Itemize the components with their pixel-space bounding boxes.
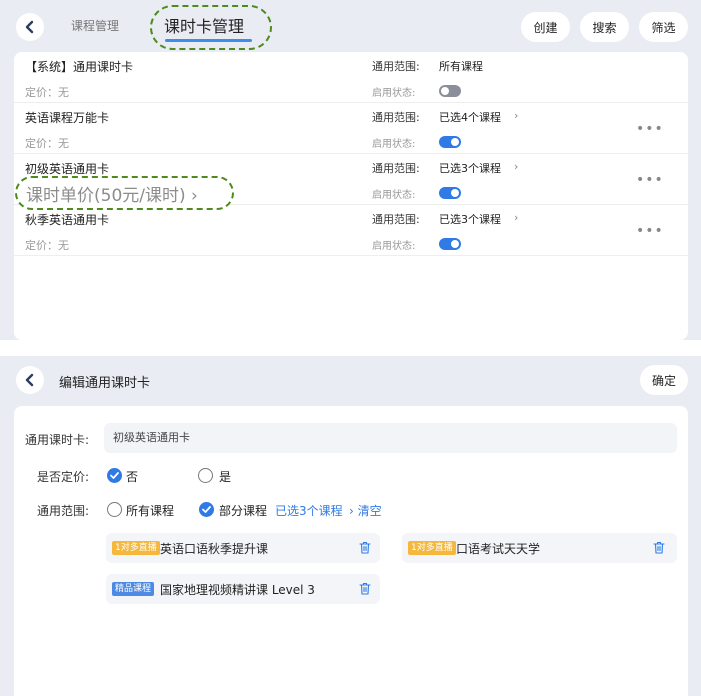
scope-value[interactable]: 已选3个课程 [439,211,501,227]
status-label: 启用状态: [372,139,416,150]
more-options-icon[interactable]: ••• [636,121,664,137]
card-name-input[interactable] [104,423,677,453]
pricing-label: 是否定价: [37,470,90,484]
clear-link[interactable]: › 清空 [349,502,382,519]
scope-label: 通用范围: [372,111,420,124]
chevron-right-icon[interactable]: › [514,109,518,122]
trash-icon[interactable] [359,541,371,554]
scope-partial-label[interactable]: 部分课程 [219,502,267,519]
more-options-icon[interactable]: ••• [636,223,664,239]
course-item: 1对多直播 英语口语秋季提升课 [106,533,380,563]
course-name: 英语口语秋季提升课 [160,542,269,556]
active-tab-indicator [165,39,252,42]
course-name: 口语考试天天学 [456,542,541,556]
chevron-right-icon[interactable]: › [514,211,518,224]
create-button[interactable]: 创建 [521,12,570,42]
trash-icon[interactable] [359,582,371,595]
course-item: 1对多直播 口语考试天天学 [402,533,677,563]
list-item[interactable]: 秋季英语通用卡 定价：无 通用范围: 已选3个课程 › 启用状态: ••• [14,205,688,256]
status-toggle[interactable] [439,136,461,148]
card-name: 初级英语通用卡 [25,162,110,176]
status-label: 启用状态: [372,241,416,252]
confirm-button[interactable]: 确定 [640,365,688,395]
course-badge: 1对多直播 [112,541,160,555]
card-price: 定价：无 [25,137,69,150]
scope-value: 所有课程 [439,60,483,73]
status-label: 启用状态: [372,88,416,99]
check-icon [202,506,211,513]
scope-label: 通用范围: [372,60,420,73]
back-button[interactable] [16,13,44,41]
course-name: 国家地理视频精讲课 Level 3 [160,583,315,597]
status-toggle[interactable] [439,85,461,97]
card-name: 【系统】通用课时卡 [25,60,134,74]
unit-price-callout-text: 课时单价(50元/课时) › [26,186,198,206]
check-icon [110,472,119,479]
chevron-left-icon [25,20,34,34]
status-toggle[interactable] [439,187,461,199]
trash-icon[interactable] [653,541,665,554]
more-options-icon[interactable]: ••• [636,172,664,188]
card-price: 定价：无 [25,86,69,99]
pricing-yes-label[interactable]: 是 [219,468,231,485]
scope-all-label[interactable]: 所有课程 [126,502,174,519]
search-button[interactable]: 搜索 [580,12,629,42]
scope-label: 通用范围: [372,213,420,226]
filter-button[interactable]: 筛选 [639,12,688,42]
selected-courses-count[interactable]: 已选3个课程 [275,502,343,519]
card-field-label: 通用课时卡: [25,433,90,447]
pricing-yes-radio[interactable] [198,468,213,483]
scope-partial-radio[interactable] [199,502,214,517]
tab-course-management[interactable]: 课程管理 [71,17,119,34]
course-badge: 1对多直播 [408,541,456,555]
course-badge: 精品课程 [112,582,155,596]
pricing-no-radio[interactable] [107,468,122,483]
chevron-left-icon [25,373,34,387]
back-button[interactable] [16,366,44,394]
card-name: 秋季英语通用卡 [25,213,110,227]
status-toggle[interactable] [439,238,461,250]
tab-card-management[interactable]: 课时卡管理 [164,13,244,37]
scope-label: 通用范围: [372,162,420,175]
card-name: 英语课程万能卡 [25,111,110,125]
page-title: 编辑通用课时卡 [59,376,151,391]
scope-value[interactable]: 已选3个课程 [439,160,501,176]
scope-all-radio[interactable] [107,502,122,517]
course-item: 精品课程 国家地理视频精讲课 Level 3 [106,574,380,604]
pricing-no-label[interactable]: 否 [126,468,138,485]
list-item[interactable]: 【系统】通用课时卡 定价：无 通用范围: 所有课程 启用状态: [14,52,688,103]
scope-value[interactable]: 已选4个课程 [439,109,501,125]
scope-label: 通用范围: [37,504,90,518]
list-item[interactable]: 英语课程万能卡 定价：无 通用范围: 已选4个课程 › 启用状态: ••• [14,103,688,154]
status-label: 启用状态: [372,190,416,201]
chevron-right-icon[interactable]: › [514,160,518,173]
card-price: 定价：无 [25,239,69,252]
